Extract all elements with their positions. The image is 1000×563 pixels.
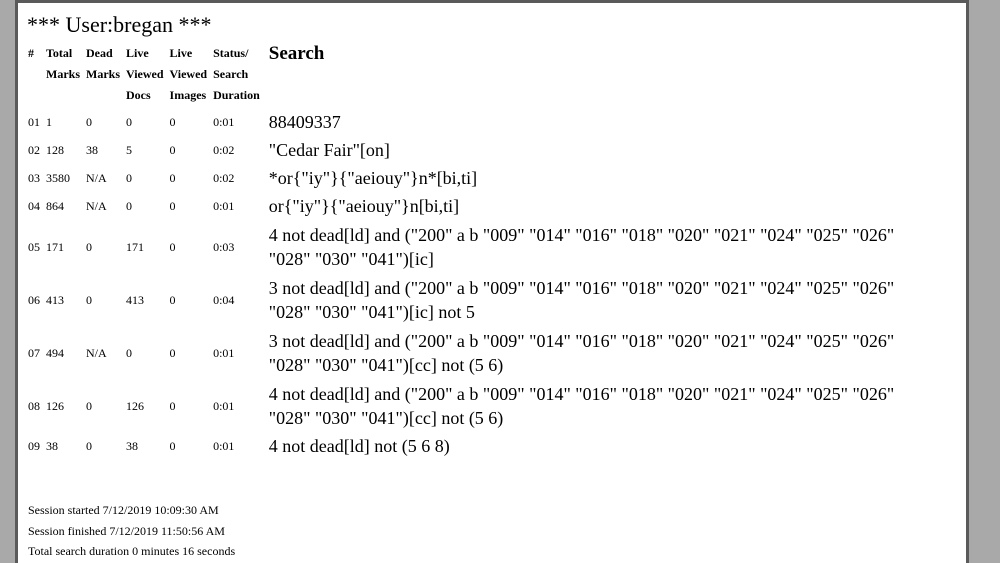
total-marks-cell: 38 bbox=[46, 439, 58, 453]
live-images-cell: 0 bbox=[169, 292, 176, 307]
row-number: 08 bbox=[28, 398, 40, 413]
header-dead-marks: Dead Marks bbox=[86, 46, 120, 81]
live-images-cell: 0 bbox=[169, 115, 176, 129]
header-search: Search bbox=[268, 43, 325, 64]
page-title: *** User:bregan *** bbox=[27, 12, 212, 37]
report-page: *** User:bregan *** # Total Marks Dead M… bbox=[15, 0, 969, 563]
total-marks-cell: 864 bbox=[46, 199, 64, 213]
session-summary: Session started 7/12/2019 10:09:30 AM Se… bbox=[28, 500, 235, 562]
search-query-cell: 4 not dead[ld] and ("200" a b "009" "014… bbox=[268, 383, 895, 428]
dead-marks-cell: N/A bbox=[86, 345, 107, 360]
header-live-viewed-docs: Live Viewed Docs bbox=[126, 46, 164, 102]
duration-cell: 0:03 bbox=[213, 239, 235, 254]
row-number: 02 bbox=[28, 143, 40, 157]
table-header-row: # Total Marks Dead Marks Live Viewed Doc… bbox=[25, 41, 912, 108]
row-number: 04 bbox=[28, 199, 40, 213]
row-number: 01 bbox=[28, 115, 40, 129]
duration-cell: 0:01 bbox=[213, 115, 235, 129]
dead-marks-cell: 0 bbox=[86, 292, 92, 307]
live-images-cell: 0 bbox=[169, 143, 176, 157]
table-row: 03 3580 N/A 0 0 0:02 *or{"iy"}{"aeiouy"}… bbox=[25, 164, 912, 192]
live-images-cell: 0 bbox=[169, 239, 176, 254]
table-row: 07 494 N/A 0 0 0:01 3 not dead[ld] and (… bbox=[25, 326, 912, 379]
search-query-cell: 3 not dead[ld] and ("200" a b "009" "014… bbox=[268, 330, 895, 375]
duration-cell: 0:02 bbox=[213, 143, 235, 157]
table-row: 02 128 38 5 0 0:02 "Cedar Fair"[on] bbox=[25, 136, 912, 164]
dead-marks-cell: 38 bbox=[86, 143, 98, 157]
live-docs-cell: 171 bbox=[126, 239, 144, 254]
search-query-cell: *or{"iy"}{"aeiouy"}n*[bi,ti] bbox=[268, 168, 478, 188]
search-query-cell: 4 not dead[ld] not (5 6 8) bbox=[268, 436, 450, 456]
total-marks-cell: 3580 bbox=[46, 171, 70, 185]
dead-marks-cell: N/A bbox=[86, 199, 107, 213]
total-marks-cell: 494 bbox=[46, 345, 64, 360]
live-docs-cell: 126 bbox=[126, 398, 144, 413]
total-marks-cell: 413 bbox=[46, 292, 64, 307]
dead-marks-cell: 0 bbox=[86, 398, 92, 413]
search-history-table: # Total Marks Dead Marks Live Viewed Doc… bbox=[25, 41, 912, 460]
header-live-viewed-images: Live Viewed Images bbox=[169, 46, 208, 102]
header-number: # bbox=[28, 46, 34, 60]
total-marks-cell: 128 bbox=[46, 143, 64, 157]
live-docs-cell: 0 bbox=[126, 115, 132, 129]
live-docs-cell: 38 bbox=[126, 439, 138, 453]
search-query-cell: 4 not dead[ld] and ("200" a b "009" "014… bbox=[268, 224, 895, 269]
live-docs-cell: 0 bbox=[126, 345, 132, 360]
live-docs-cell: 5 bbox=[126, 143, 132, 157]
search-query-cell: 3 not dead[ld] and ("200" a b "009" "014… bbox=[268, 277, 895, 322]
row-number: 07 bbox=[28, 345, 40, 360]
header-total-marks: Total Marks bbox=[46, 46, 80, 81]
table-row: 06 413 0 413 0 0:04 3 not dead[ld] and (… bbox=[25, 273, 912, 326]
duration-cell: 0:02 bbox=[213, 171, 235, 185]
header-status-duration: Status/ Search Duration bbox=[213, 46, 260, 102]
total-marks-cell: 171 bbox=[46, 239, 64, 254]
session-started: Session started 7/12/2019 10:09:30 AM bbox=[28, 503, 219, 517]
duration-cell: 0:01 bbox=[213, 345, 235, 360]
live-images-cell: 0 bbox=[169, 439, 176, 453]
live-images-cell: 0 bbox=[169, 398, 176, 413]
table-row: 09 38 0 38 0 0:01 4 not dead[ld] not (5 … bbox=[25, 432, 912, 460]
row-number: 09 bbox=[28, 439, 40, 453]
duration-cell: 0:01 bbox=[213, 398, 235, 413]
total-marks-cell: 1 bbox=[46, 115, 52, 129]
dead-marks-cell: 0 bbox=[86, 115, 92, 129]
live-images-cell: 0 bbox=[169, 199, 176, 213]
total-marks-cell: 126 bbox=[46, 398, 64, 413]
table-row: 05 171 0 171 0 0:03 4 not dead[ld] and (… bbox=[25, 220, 912, 273]
duration-cell: 0:04 bbox=[213, 292, 235, 307]
table-row: 04 864 N/A 0 0 0:01 or{"iy"}{"aeiouy"}n[… bbox=[25, 192, 912, 220]
session-finished: Session finished 7/12/2019 11:50:56 AM bbox=[28, 523, 225, 538]
live-images-cell: 0 bbox=[169, 171, 176, 185]
duration-cell: 0:01 bbox=[213, 199, 235, 213]
table-row: 08 126 0 126 0 0:01 4 not dead[ld] and (… bbox=[25, 379, 912, 432]
live-docs-cell: 0 bbox=[126, 199, 132, 213]
table-row: 01 1 0 0 0 0:01 88409337 bbox=[25, 108, 912, 136]
duration-cell: 0:01 bbox=[213, 439, 235, 453]
search-query-cell: or{"iy"}{"aeiouy"}n[bi,ti] bbox=[268, 196, 460, 216]
live-images-cell: 0 bbox=[169, 345, 176, 360]
row-number: 03 bbox=[28, 171, 40, 185]
live-docs-cell: 0 bbox=[126, 171, 132, 185]
dead-marks-cell: N/A bbox=[86, 171, 107, 185]
dead-marks-cell: 0 bbox=[86, 239, 92, 254]
total-search-duration: Total search duration 0 minutes 16 secon… bbox=[28, 544, 236, 558]
dead-marks-cell: 0 bbox=[86, 439, 92, 453]
row-number: 06 bbox=[28, 292, 40, 307]
search-query-cell: 88409337 bbox=[268, 112, 341, 132]
live-docs-cell: 413 bbox=[126, 292, 144, 307]
search-query-cell: "Cedar Fair"[on] bbox=[268, 140, 390, 160]
row-number: 05 bbox=[28, 239, 40, 254]
